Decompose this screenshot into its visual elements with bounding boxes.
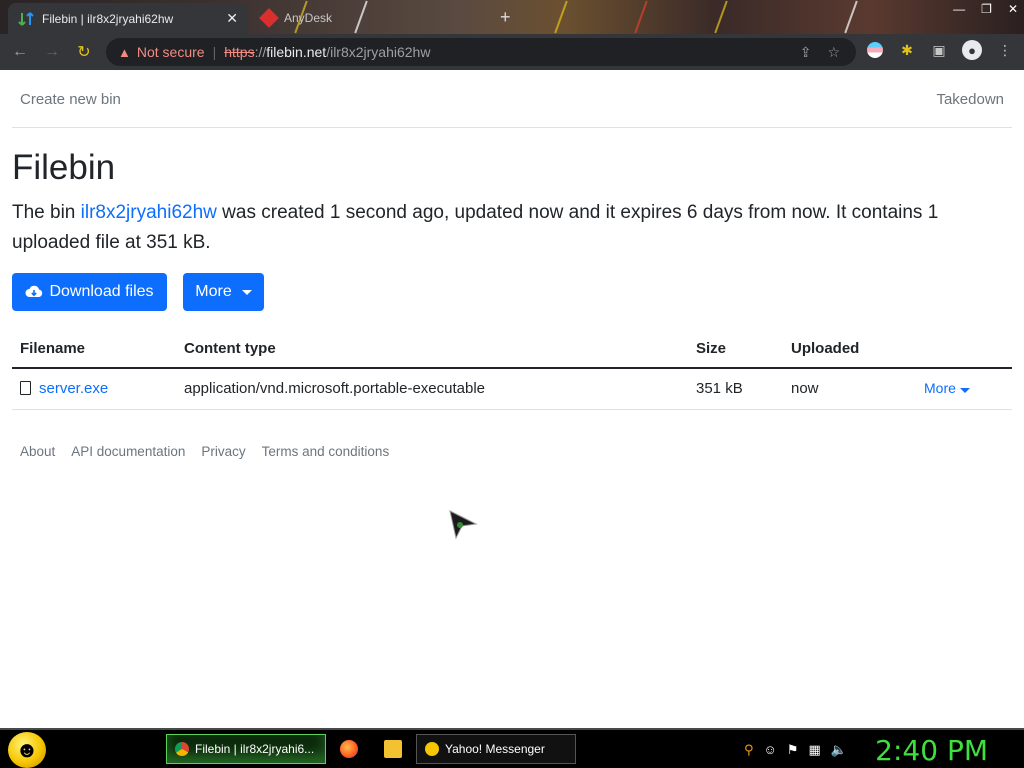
- caret-down-icon: [241, 289, 252, 295]
- tab-anydesk[interactable]: AnyDesk: [256, 6, 486, 30]
- browser-tab-strip: Filebin | ilr8x2jryahi62hw ✕ AnyDesk + —…: [0, 0, 1024, 34]
- messenger-tray-icon[interactable]: ☺: [764, 742, 777, 758]
- close-window-button[interactable]: ✕: [1008, 2, 1018, 16]
- table-header-row: Filename Content type Size Uploaded: [12, 330, 1012, 369]
- footer-api-docs-link[interactable]: API documentation: [71, 444, 185, 459]
- footer-terms-link[interactable]: Terms and conditions: [262, 444, 390, 459]
- file-icon: [20, 381, 31, 396]
- taskbar-item-yahoo-messenger[interactable]: Yahoo! Messenger: [416, 734, 576, 764]
- file-more-label: More: [924, 380, 956, 397]
- footer-about-link[interactable]: About: [20, 444, 55, 459]
- file-more-dropdown[interactable]: More: [924, 380, 970, 396]
- bookmark-star-icon[interactable]: ☆: [827, 44, 840, 61]
- warning-triangle-icon[interactable]: ▲: [118, 45, 131, 60]
- chrome-icon: [175, 742, 189, 756]
- download-files-button[interactable]: Download files: [12, 273, 167, 311]
- menu-kebab-icon[interactable]: ⋮: [996, 41, 1014, 59]
- takedown-link[interactable]: Takedown: [936, 91, 1004, 108]
- cell-uploaded: now: [783, 368, 916, 410]
- system-tray: ⚲ ☺ ⚑ ▦ 🔈: [744, 742, 847, 758]
- taskbar: ☻ Filebin | ilr8x2jryahi6... Yahoo! Mess…: [0, 728, 1024, 768]
- url-scheme-separator: ://: [254, 44, 267, 60]
- footer-links: About API documentation Privacy Terms an…: [20, 444, 389, 459]
- bin-description: The bin ilr8x2jryahi62hw was created 1 s…: [12, 198, 1002, 258]
- cell-size: 351 kB: [688, 368, 783, 410]
- mouse-cursor-icon: [449, 510, 478, 540]
- filename-link[interactable]: server.exe: [39, 380, 108, 397]
- url-host: filebin.net: [266, 44, 327, 60]
- header-size: Size: [688, 330, 783, 369]
- extension-flag-icon[interactable]: [867, 42, 883, 58]
- reload-icon[interactable]: ↻: [72, 40, 96, 64]
- folder-icon[interactable]: [384, 740, 402, 758]
- table-row: server.exe application/vnd.microsoft.por…: [12, 368, 1012, 410]
- forward-arrow-icon[interactable]: →: [40, 40, 64, 64]
- url-scheme: https: [224, 44, 255, 60]
- header-uploaded: Uploaded: [783, 330, 916, 369]
- caret-down-icon: [959, 388, 970, 394]
- filebin-favicon-icon: [18, 11, 34, 26]
- yahoo-smiley-icon: [425, 742, 439, 756]
- taskbar-item-label: Filebin | ilr8x2jryahi6...: [195, 742, 315, 756]
- extensions-puzzle-icon[interactable]: ✱: [898, 41, 916, 59]
- description-prefix: The bin: [12, 202, 81, 223]
- top-navigation: Create new bin Takedown: [12, 70, 1012, 128]
- taskbar-clock[interactable]: 2:40 PM: [875, 734, 988, 767]
- page-content: Create new bin Takedown Filebin The bin …: [0, 70, 1024, 728]
- anydesk-favicon-icon: [259, 8, 279, 28]
- new-tab-button[interactable]: +: [500, 7, 511, 28]
- cell-content-type: application/vnd.microsoft.portable-execu…: [176, 368, 688, 410]
- tab-title: Filebin | ilr8x2jryahi62hw: [42, 11, 174, 26]
- security-status[interactable]: Not secure: [137, 44, 205, 60]
- tab-title: AnyDesk: [284, 11, 333, 25]
- network-icon[interactable]: ▦: [808, 742, 820, 758]
- search-icon[interactable]: ⚲: [744, 742, 754, 758]
- cloud-download-icon: [25, 285, 43, 297]
- address-bar[interactable]: ▲ Not secure | https://filebin.net/ilr8x…: [106, 38, 856, 66]
- cell-filename: server.exe: [12, 368, 176, 410]
- back-arrow-icon[interactable]: ←: [8, 40, 32, 64]
- url-path: /ilr8x2jryahi62hw: [326, 44, 431, 60]
- bin-id-link[interactable]: ilr8x2jryahi62hw: [81, 202, 217, 223]
- omnibox-separator: |: [212, 44, 217, 60]
- cell-actions: More: [916, 368, 1012, 410]
- profile-avatar-icon[interactable]: ●: [962, 40, 982, 60]
- toolbar-right-icons: ✱ ▣ ● ⋮: [866, 40, 1014, 60]
- share-icon[interactable]: ⇪: [800, 44, 812, 61]
- window-controls: — ❐ ✕: [953, 2, 1018, 16]
- create-new-bin-link[interactable]: Create new bin: [20, 91, 121, 108]
- tab-filebin[interactable]: Filebin | ilr8x2jryahi62hw ✕: [8, 3, 248, 34]
- maximize-button[interactable]: ❐: [981, 2, 992, 16]
- more-dropdown-button[interactable]: More: [183, 273, 264, 311]
- side-panel-icon[interactable]: ▣: [930, 41, 948, 59]
- start-smiley-icon[interactable]: ☻: [8, 732, 46, 768]
- header-actions: [916, 330, 1012, 369]
- download-files-label: Download files: [49, 283, 154, 300]
- footer-privacy-link[interactable]: Privacy: [201, 444, 245, 459]
- taskbar-item-label: Yahoo! Messenger: [445, 742, 545, 756]
- close-tab-icon[interactable]: ✕: [226, 10, 238, 27]
- taskbar-item-chrome[interactable]: Filebin | ilr8x2jryahi6...: [166, 734, 326, 764]
- volume-icon[interactable]: 🔈: [831, 742, 847, 758]
- minimize-button[interactable]: —: [953, 2, 965, 16]
- page-title: Filebin: [12, 148, 116, 187]
- header-filename: Filename: [12, 330, 176, 369]
- firefox-icon[interactable]: [340, 740, 358, 758]
- header-content-type: Content type: [176, 330, 688, 369]
- more-label: More: [195, 283, 232, 300]
- action-center-flag-icon[interactable]: ⚑: [787, 742, 799, 758]
- file-table: Filename Content type Size Uploaded serv…: [12, 330, 1012, 410]
